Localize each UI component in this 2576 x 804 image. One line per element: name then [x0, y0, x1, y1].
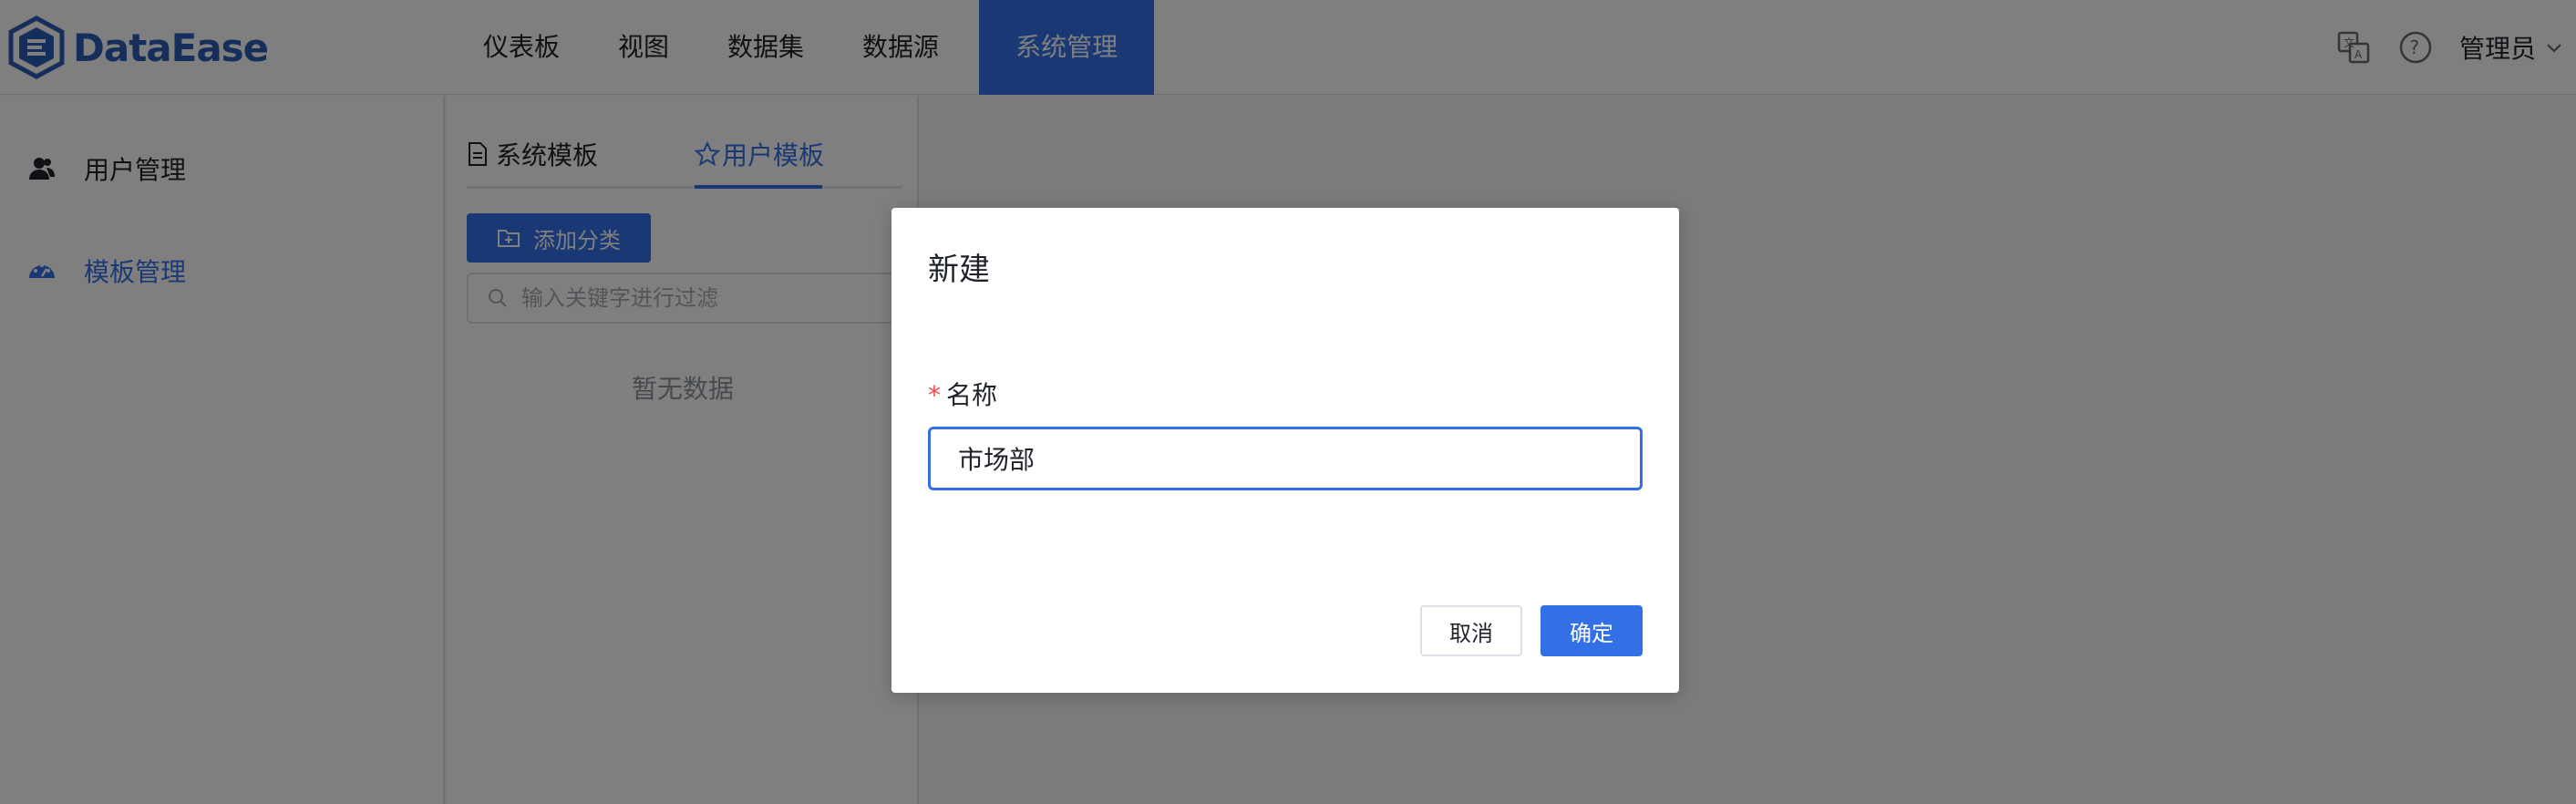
dialog-title: 新建: [928, 252, 990, 288]
required-mark: *: [928, 380, 941, 410]
name-label-text: 名称: [946, 380, 998, 410]
cancel-button[interactable]: 取消: [1420, 605, 1522, 656]
confirm-button[interactable]: 确定: [1540, 605, 1643, 656]
create-dialog: 新建 *名称 取消 确定: [891, 208, 1679, 693]
name-input[interactable]: [928, 427, 1643, 490]
name-field-label: * 名称: [928, 376, 997, 412]
